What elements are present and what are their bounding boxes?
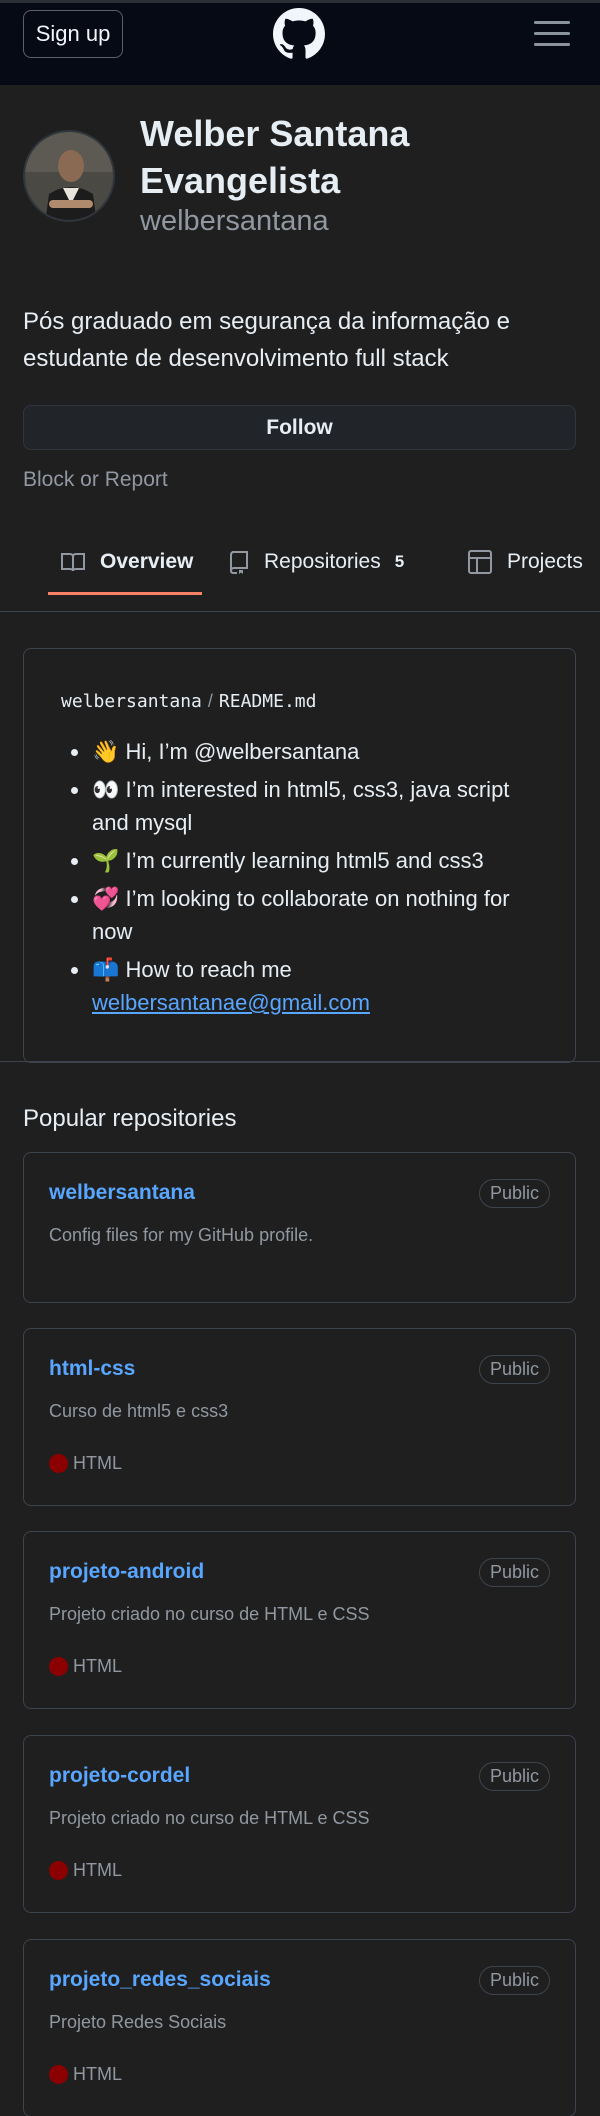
readme-list-item-contact: 📫 How to reach me welbersantanae@gmail.c… xyxy=(71,953,541,1019)
repo-language: HTML xyxy=(49,1656,122,1677)
tab-projects-label: Projects xyxy=(507,550,583,573)
popular-repositories-heading: Popular repositories xyxy=(23,1105,237,1132)
tab-repositories-label: Repositories xyxy=(264,550,381,573)
readme-list-item: 💞️ I’m looking to collaborate on nothing… xyxy=(71,882,541,948)
language-color-dot xyxy=(49,1657,68,1676)
repo-name-link[interactable]: html-css xyxy=(49,1357,135,1381)
repo-card: projeto_redes_sociais Public Projeto Red… xyxy=(23,1939,576,2116)
readme-path-separator: / xyxy=(207,691,213,711)
repo-name-link[interactable]: projeto_redes_sociais xyxy=(49,1968,271,1992)
signup-button[interactable]: Sign up xyxy=(23,10,123,58)
repo-description: Config files for my GitHub profile. xyxy=(49,1225,314,1245)
visibility-badge: Public xyxy=(478,1966,550,1995)
hamburger-menu-icon[interactable] xyxy=(534,21,570,47)
repo-language-label: HTML xyxy=(73,1453,122,1473)
language-color-dot xyxy=(49,2065,68,2084)
profile-username: welbersantana xyxy=(140,205,329,237)
readme-file-link[interactable]: README.md xyxy=(219,691,317,712)
visibility-badge: Public xyxy=(478,1762,550,1791)
avatar[interactable] xyxy=(23,130,115,222)
tab-overview[interactable]: Overview xyxy=(60,542,193,582)
readme-user-link[interactable]: welbersantana xyxy=(61,691,202,712)
tab-repositories[interactable]: Repositories 5 xyxy=(228,542,404,582)
repo-description: Curso de html5 e css3 xyxy=(49,1401,229,1421)
github-mark-icon[interactable] xyxy=(273,8,325,60)
profile-bio: Pós graduado em segurança da informação … xyxy=(23,308,510,372)
language-color-dot xyxy=(49,1861,68,1880)
readme-contact-text: 📫 How to reach me xyxy=(92,957,292,982)
readme-list-item: 👋 Hi, I’m @welbersantana xyxy=(71,735,541,768)
readme-file-name: README xyxy=(218,691,284,712)
repositories-count-badge: 5 xyxy=(394,552,405,571)
profile-full-name: Welber Santana Evangelista xyxy=(140,113,410,201)
avatar-photo xyxy=(25,132,113,220)
readme-box: welbersantana / README.md 👋 Hi, I’m @welbe… xyxy=(23,648,576,1063)
readme-list-item: 👀 I’m interested in html5, css3, java sc… xyxy=(71,773,541,839)
repo-language-label: HTML xyxy=(73,2064,122,2084)
repo-icon xyxy=(229,551,248,574)
readme-file-ext: .md xyxy=(283,691,317,712)
language-color-dot xyxy=(49,1454,68,1473)
book-icon xyxy=(61,553,85,572)
divider xyxy=(0,1061,600,1062)
table-icon xyxy=(468,550,492,574)
email-link[interactable]: welbersantanae@gmail.com xyxy=(92,990,370,1015)
repo-card: projeto-android Public Projeto criado no… xyxy=(23,1531,576,1709)
profile-tabs: Overview Repositories 5 Projects xyxy=(0,520,600,612)
repo-name-link[interactable]: projeto-cordel xyxy=(49,1764,190,1788)
repo-language: HTML xyxy=(49,2064,122,2085)
repo-language-label: HTML xyxy=(73,1656,122,1676)
repo-language-label: HTML xyxy=(73,1860,122,1880)
follow-button[interactable]: Follow xyxy=(23,405,576,450)
visibility-badge: Public xyxy=(478,1179,550,1208)
repo-language: HTML xyxy=(49,1453,122,1474)
repo-card: projeto-cordel Public Projeto criado no … xyxy=(23,1735,576,1913)
tab-overview-label: Overview xyxy=(100,550,194,573)
visibility-badge: Public xyxy=(478,1558,550,1587)
readme-list-item: 🌱 I’m currently learning html5 and css3 xyxy=(71,844,541,877)
repo-card: html-css Public Curso de html5 e css3 HT… xyxy=(23,1328,576,1506)
repo-language: HTML xyxy=(49,1860,122,1881)
visibility-badge: Public xyxy=(478,1355,550,1384)
block-or-report-link[interactable]: Block or Report xyxy=(23,468,168,492)
repo-description: Projeto Redes Sociais xyxy=(49,2012,227,2032)
selected-tab-underline xyxy=(48,592,202,595)
repo-name-link[interactable]: welbersantana xyxy=(49,1181,195,1205)
repo-description: Projeto criado no curso de HTML e CSS xyxy=(49,1604,370,1624)
top-navigation-bar: Sign up xyxy=(0,0,600,85)
repo-card: welbersantana Public Config files for my… xyxy=(23,1152,576,1303)
readme-list: 👋 Hi, I’m @welbersantana 👀 I’m intereste… xyxy=(71,735,541,1024)
tab-projects[interactable]: Projects xyxy=(467,542,583,582)
repo-description: Projeto criado no curso de HTML e CSS xyxy=(49,1808,370,1828)
repo-name-link[interactable]: projeto-android xyxy=(49,1560,204,1584)
readme-path: welbersantana / README.md xyxy=(61,691,316,712)
